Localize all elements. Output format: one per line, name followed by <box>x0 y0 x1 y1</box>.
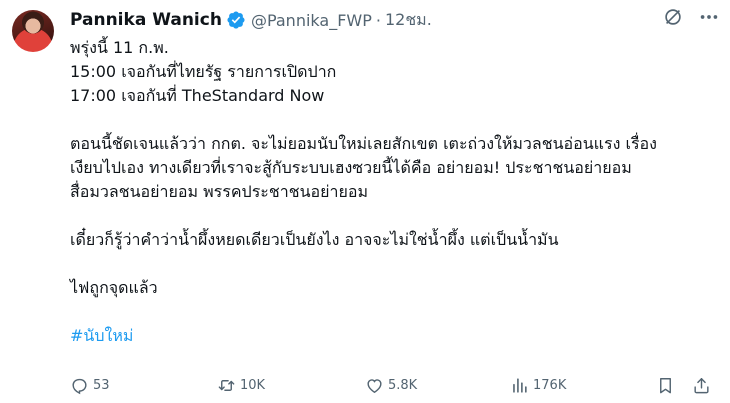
like-icon <box>367 378 382 393</box>
bookmark-button[interactable] <box>656 376 675 395</box>
display-name[interactable]: Pannika Wanich <box>70 10 222 30</box>
views-button[interactable]: 176K <box>510 376 566 395</box>
tweet-line: 15:00 เจอกันที่ไทยรัฐ รายการเปิดปาก <box>70 62 337 81</box>
avatar[interactable] <box>12 10 54 52</box>
tweet-line: เงียบไปเอง ทางเดียวที่เราจะสู้กับระบบเฮง… <box>70 158 632 177</box>
tweet-line <box>70 300 716 324</box>
tweet-text: พรุ่งนี้ 11 ก.พ. 15:00 เจอกันที่ไทยรัฐ ร… <box>70 36 716 348</box>
like-button[interactable]: 5.8K <box>365 376 417 395</box>
handle[interactable]: @Pannika_FWP <box>251 11 372 30</box>
views-icon <box>513 377 527 393</box>
verified-icon <box>226 10 246 30</box>
tweet-line: เดี๋ยวก็รู้ว่าคำว่าน้ำผึ้งหยดเดียวเป็นยั… <box>70 230 559 249</box>
tweet-line: ไฟถูกจุดแล้ว <box>70 278 158 297</box>
tweet-line <box>70 108 716 132</box>
share-icon <box>694 377 709 393</box>
share-button[interactable] <box>692 376 711 395</box>
hashtag-link[interactable]: #นับใหม่ <box>70 324 716 348</box>
tweet-line <box>70 204 716 228</box>
tweet-line: พรุ่งนี้ 11 ก.พ. <box>70 38 169 57</box>
tweet-line: สื่อมวลชนอย่ายอม พรรคประชาชนอย่ายอม <box>70 182 369 201</box>
timestamp[interactable]: 12ชม. <box>385 8 432 33</box>
tweet-line: ตอนนี้ชัดเจนแล้วว่า กกต. จะไม่ยอมนับใหม่… <box>70 134 657 153</box>
retweet-icon <box>218 379 235 391</box>
tweet-line <box>70 252 716 276</box>
tweet-line: 17:00 เจอกันที่ TheStandard Now <box>70 86 325 105</box>
tweet-header: Pannika Wanich @Pannika_FWP · 12ชม. <box>70 8 720 32</box>
views-count: 176K <box>533 377 567 393</box>
bookmark-icon <box>660 377 671 393</box>
retweet-button[interactable]: 10K <box>217 376 265 395</box>
reply-count: 53 <box>93 377 110 393</box>
tweet: Pannika Wanich @Pannika_FWP · 12ชม. พรุ่… <box>0 0 730 403</box>
separator-dot: · <box>375 10 381 30</box>
retweet-count: 10K <box>240 377 266 393</box>
top-actions <box>662 6 720 28</box>
more-icon[interactable] <box>698 6 720 28</box>
reply-button[interactable]: 53 <box>70 376 110 395</box>
grok-icon[interactable] <box>662 6 684 28</box>
reply-icon <box>72 378 87 394</box>
action-bar: 53 10K 5.8K 176K <box>70 374 716 396</box>
like-count: 5.8K <box>388 377 418 393</box>
